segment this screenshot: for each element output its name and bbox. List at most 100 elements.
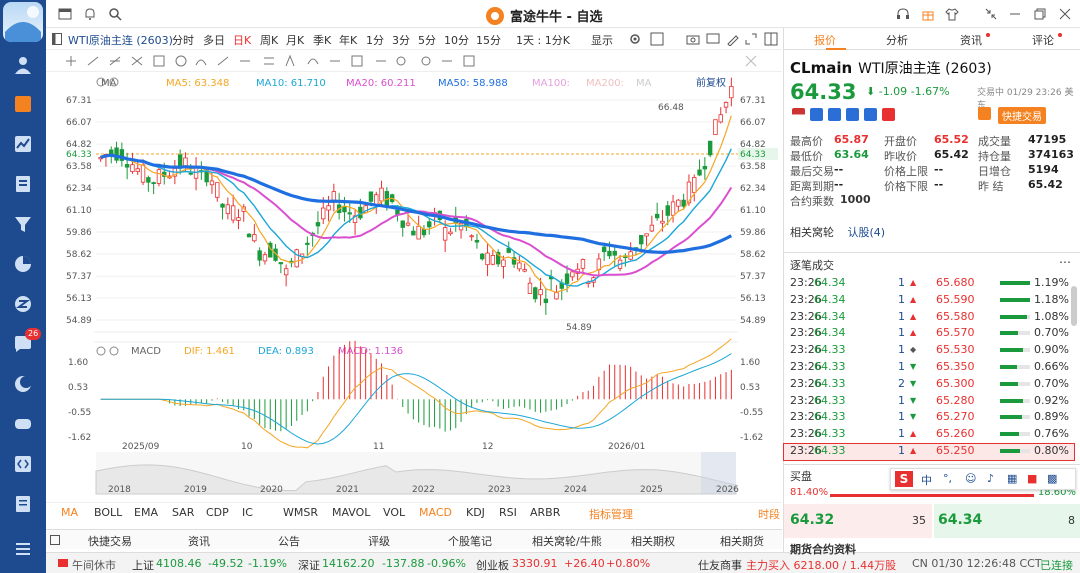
ime-mode[interactable]: 中	[921, 472, 932, 488]
period-tab[interactable]: 年K	[339, 32, 357, 48]
indicator-tab[interactable]: KDJ	[466, 506, 485, 519]
time-range-link[interactable]: 时段	[758, 506, 780, 522]
symbol-name[interactable]: WTI原油主连 (2603)	[68, 32, 173, 48]
kline-chart[interactable]: MA MA5: 63.348 MA10: 61.710 MA20: 60.211…	[46, 72, 782, 502]
period-tab[interactable]: 15分	[476, 32, 501, 48]
panel-toggle-icon[interactable]	[52, 33, 62, 45]
trade-row[interactable]: 23:26 64.34 1 65.590 1.18% ▲	[784, 293, 1074, 309]
indicator-tab[interactable]: EMA	[134, 506, 158, 519]
sogou-icon[interactable]: S	[895, 471, 913, 487]
indicator-manage-link[interactable]: 指标管理	[589, 506, 633, 522]
indicator-tab[interactable]: MA	[61, 506, 78, 519]
code-icon[interactable]	[12, 453, 34, 475]
drawing-tools[interactable]	[46, 50, 782, 72]
period-tab[interactable]: 季K	[313, 32, 331, 48]
tab-news[interactable]: 资讯	[188, 533, 210, 549]
fast-trade-button[interactable]: 快捷交易	[998, 107, 1046, 124]
adj-toggle[interactable]: 前复权	[696, 76, 726, 89]
tab-warrants[interactable]: 相关窝轮/牛熊	[532, 533, 602, 549]
indicator-tab[interactable]: IC	[242, 506, 253, 519]
gift-icon[interactable]	[921, 7, 935, 21]
close-icon[interactable]	[1058, 7, 1072, 21]
related-warrants-link[interactable]: 相关窝轮	[790, 226, 834, 239]
tools-icon[interactable]: ▩	[1047, 472, 1057, 485]
moon-icon[interactable]	[12, 373, 34, 395]
user-icon[interactable]	[12, 54, 34, 76]
mic-icon[interactable]: ♪	[987, 472, 994, 485]
filter-icon[interactable]	[12, 213, 34, 235]
skin-icon[interactable]: ■	[1027, 472, 1037, 485]
trade-row[interactable]: 23:26 64.33 1 65.350 0.66% ▼	[784, 360, 1074, 376]
indicator-tab[interactable]: CDP	[206, 506, 229, 519]
indicator-tab[interactable]: RSI	[499, 506, 517, 519]
macd-settings-icon[interactable]	[96, 346, 106, 356]
expand-icon[interactable]	[744, 32, 758, 46]
period-tab[interactable]: 1分	[366, 32, 384, 48]
trades-scrollbar[interactable]	[1071, 286, 1077, 326]
pie-icon[interactable]	[12, 253, 34, 275]
settings-icon[interactable]	[628, 32, 642, 46]
period-tab[interactable]: 月K	[286, 32, 304, 48]
restore-icon[interactable]	[1033, 7, 1047, 21]
broker-name[interactable]: 仕友商事	[698, 557, 742, 573]
search-icon[interactable]	[108, 7, 122, 21]
game-icon[interactable]	[12, 413, 34, 435]
period-tab[interactable]: 10分	[444, 32, 469, 48]
headset-icon[interactable]	[896, 7, 910, 21]
bid-box[interactable]: 64.32 35	[784, 504, 932, 538]
tab-rating[interactable]: 评级	[368, 533, 390, 549]
index-cy-label[interactable]: 创业板	[476, 557, 509, 573]
tab-quick-trade[interactable]: 快捷交易	[88, 533, 132, 549]
trade-row[interactable]: 23:26 64.33 1 65.270 0.89% ▼	[784, 410, 1074, 426]
period-tab[interactable]: 1天 : 1分K	[516, 32, 570, 48]
period-tab[interactable]: 分时	[172, 32, 194, 48]
news-icon[interactable]	[846, 108, 859, 121]
contract-info-heading[interactable]: 期货合约资料	[790, 541, 856, 557]
collapse-icon[interactable]	[984, 7, 998, 21]
shirt-icon[interactable]	[945, 7, 959, 21]
panel-icon[interactable]	[50, 535, 60, 545]
indicator-tab[interactable]: WMSR	[283, 506, 318, 519]
indicator-tab[interactable]: VOL	[383, 506, 405, 519]
tab-announcement[interactable]: 公告	[278, 533, 300, 549]
tab-analysis[interactable]: 分析	[886, 32, 908, 48]
heart-icon[interactable]	[882, 108, 895, 121]
trade-row[interactable]: 23:26 64.34 1 65.680 1.19% ▲	[784, 276, 1074, 292]
indicator-tab[interactable]: MACD	[419, 506, 452, 519]
alert-bell-icon[interactable]	[978, 107, 991, 120]
indicator-tab[interactable]: MAVOL	[332, 506, 370, 519]
market-chart-icon[interactable]	[12, 93, 34, 115]
indicator-tab[interactable]: SAR	[172, 506, 194, 519]
related-subscription-link[interactable]: 认股(4)	[848, 226, 886, 239]
checkbox-icon[interactable]	[650, 32, 664, 46]
tab-futures[interactable]: 相关期货	[720, 533, 764, 549]
period-tab[interactable]: 周K	[260, 32, 278, 48]
period-tab-active[interactable]: 日K	[233, 32, 251, 48]
warning-icon[interactable]	[828, 108, 841, 121]
indicator-tab[interactable]: ARBR	[530, 506, 560, 519]
trade-row[interactable]: 23:26 64.33 1 65.250 0.80% ▲	[783, 443, 1075, 461]
indicator-tab[interactable]: BOLL	[94, 506, 122, 519]
macd-hide-icon[interactable]	[109, 346, 119, 356]
keyboard-icon[interactable]: ▦	[1007, 472, 1017, 485]
trade-row[interactable]: 23:26 64.33 1 65.280 0.92% ▼	[784, 394, 1074, 410]
tab-notes[interactable]: 个股笔记	[448, 533, 492, 549]
trade-row[interactable]: 23:26 64.33 2 65.300 0.70% ▼	[784, 377, 1074, 393]
ask-box[interactable]: 64.34 8	[934, 504, 1080, 538]
period-tab[interactable]: 5分	[418, 32, 436, 48]
tab-info[interactable]: 资讯	[960, 32, 982, 48]
chart-icon[interactable]	[810, 108, 823, 121]
menu-icon[interactable]	[12, 538, 34, 560]
period-tab[interactable]: 多日	[203, 32, 225, 48]
news-icon[interactable]	[12, 173, 34, 195]
bell-icon[interactable]	[83, 7, 97, 21]
screen-icon[interactable]	[864, 108, 877, 121]
screen-icon[interactable]	[706, 32, 720, 46]
trade-row[interactable]: 23:26 64.34 1 65.580 1.08% ▲	[784, 310, 1074, 326]
trade-row[interactable]: 23:26 64.33 1 65.530 0.90% ◆	[784, 343, 1074, 359]
tab-comments[interactable]: 评论	[1032, 32, 1054, 48]
minimize-icon[interactable]	[1008, 7, 1022, 21]
community-icon[interactable]	[12, 293, 34, 315]
display-dropdown[interactable]: 显示	[591, 32, 613, 48]
window-icon[interactable]	[58, 7, 72, 21]
